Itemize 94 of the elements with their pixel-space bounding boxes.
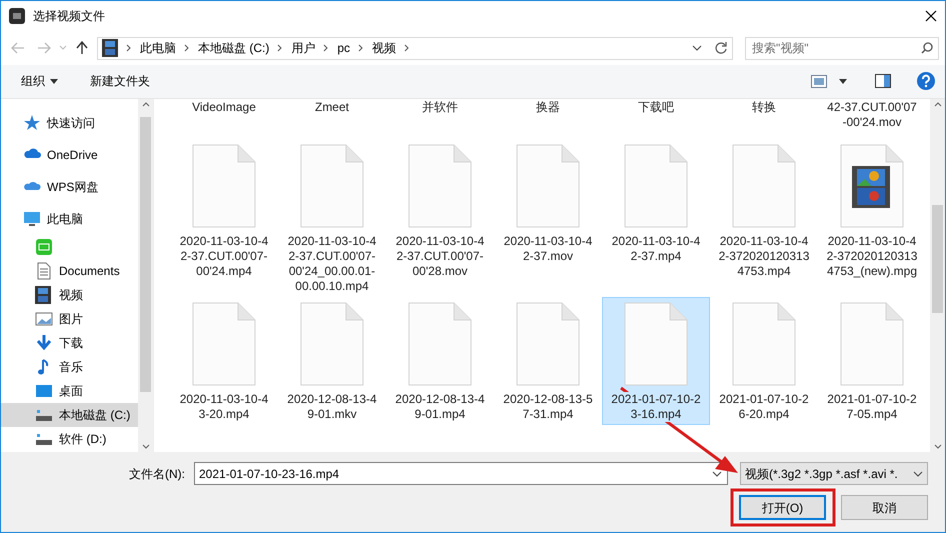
dropdown-icon [913, 470, 923, 477]
video-folder-icon [102, 39, 118, 58]
document-icon [35, 262, 53, 280]
view-icon[interactable] [811, 74, 827, 88]
scroll-up-icon[interactable] [142, 102, 150, 107]
file-icon [192, 144, 256, 228]
scroll-down-icon[interactable] [142, 444, 150, 450]
cancel-button[interactable]: 取消 [841, 495, 928, 520]
file-icon [192, 302, 256, 386]
file-item[interactable]: 2021-01-07-10-23-16.mp4 [602, 296, 710, 425]
film-icon [35, 286, 53, 304]
sidebar-item[interactable]: WPS网盘 [1, 170, 138, 203]
file-icon [732, 302, 796, 386]
down-arrow-icon [35, 334, 53, 352]
picture-icon [35, 310, 53, 328]
app-icon [9, 8, 25, 24]
file-icon [516, 144, 580, 228]
file-item[interactable]: 2020-11-03-10-42-37.mov [494, 138, 602, 297]
new-folder-button[interactable]: 新建文件夹 [88, 70, 152, 92]
close-icon[interactable] [925, 10, 937, 22]
caret-icon[interactable] [839, 78, 847, 84]
dropdown-icon[interactable] [692, 45, 702, 52]
sidebar-item[interactable]: 软件 (D:) [1, 426, 138, 451]
file-item[interactable]: 2020-12-08-13-57-31.mp4 [494, 296, 602, 425]
search-icon [921, 42, 933, 54]
video-file-icon [840, 144, 904, 228]
file-icon [516, 302, 580, 386]
file-item[interactable]: 2021-01-07-10-26-20.mp4 [710, 296, 818, 425]
help-icon[interactable] [917, 72, 935, 90]
search-field[interactable]: 搜索"视频" [745, 36, 939, 60]
breadcrumb-item[interactable]: 此电脑 [140, 39, 176, 58]
chevron-icon [323, 44, 330, 52]
breadcrumb-item[interactable]: 用户 [291, 39, 316, 58]
breadcrumb-item[interactable]: pc [337, 39, 350, 58]
sidebar-item[interactable]: 快速访问 [1, 106, 138, 139]
chevron-icon [404, 44, 410, 52]
sidebar-item[interactable]: 音乐 [1, 354, 138, 379]
file-item[interactable]: 并软件 [386, 98, 494, 139]
chevron-icon [126, 44, 132, 52]
up-arrow-icon[interactable] [76, 41, 88, 56]
file-item[interactable]: 2020-11-03-10-42-37.CUT.00'07-00'28.mov [386, 138, 494, 297]
scrollbar-thumb[interactable] [932, 204, 943, 313]
file-item[interactable]: 2020-11-03-10-42-3720201203134753_(new).mpg [818, 138, 926, 297]
chevron-icon [277, 44, 284, 52]
file-item[interactable]: 换器 [494, 98, 602, 139]
file-icon [732, 144, 796, 228]
sidebar-item[interactable]: 图片 [1, 306, 138, 331]
breadcrumb-item[interactable]: 视频 [372, 39, 396, 58]
star-icon [23, 114, 41, 132]
file-icon [840, 302, 904, 386]
file-item[interactable]: 2020-11-03-10-42-37.CUT.00'07-00'24.mp4 [170, 138, 278, 297]
file-item[interactable]: 2020-11-03-10-42-3720201203134753.mp4 [710, 138, 818, 297]
file-item[interactable]: Zmeet [278, 98, 386, 139]
file-icon [300, 302, 364, 386]
file-item[interactable]: 下载吧 [602, 98, 710, 139]
file-icon [408, 144, 472, 228]
sidebar-item[interactable]: 此电脑 [1, 202, 138, 235]
organize-menu[interactable]: 组织 [19, 70, 60, 92]
file-icon [408, 302, 472, 386]
sidebar-item[interactable]: 本地磁盘 (C:) [1, 402, 138, 427]
file-icon [300, 144, 364, 228]
scroll-down-icon[interactable] [934, 444, 942, 450]
file-item[interactable]: 2021-01-07-10-27-05.mp4 [818, 296, 926, 425]
sidebar-item[interactable]: 桌面 [1, 378, 138, 403]
sidebar-item[interactable]: 视频 [1, 282, 138, 307]
file-icon [624, 144, 688, 228]
file-item[interactable]: 转换 [710, 98, 818, 139]
refresh-icon[interactable] [714, 41, 728, 56]
scrollbar-thumb[interactable] [140, 116, 151, 392]
file-icon [624, 302, 688, 386]
sidebar-item[interactable]: Documents [1, 258, 138, 283]
sidebar-item[interactable]: 下载 [1, 330, 138, 355]
chevron-icon [358, 44, 364, 52]
file-item[interactable]: 2020-11-03-10-43-20.mp4 [170, 296, 278, 425]
chevron-icon [184, 44, 190, 52]
preview-pane-icon[interactable] [875, 74, 891, 88]
file-item[interactable]: 42-37.CUT.00'07-00'24.mov [818, 98, 926, 139]
file-item[interactable]: 2020-11-03-10-42-37.CUT.00'07-00'24_00.00.01-00.00.10.mp4 [278, 138, 386, 297]
scroll-up-icon[interactable] [934, 102, 942, 107]
open-button[interactable]: 打开(O) [739, 495, 826, 520]
breadcrumb-item[interactable]: 本地磁盘 (C:) [198, 39, 270, 58]
app-icon [35, 238, 53, 256]
file-item[interactable]: 2020-12-08-13-49-01.mp4 [386, 296, 494, 425]
computer-icon [23, 210, 41, 228]
file-item[interactable]: VideoImage [170, 98, 278, 139]
file-item[interactable]: 2020-12-08-13-49-01.mkv [278, 296, 386, 425]
sidebar-item[interactable]: OneDrive [1, 138, 138, 171]
window-title: 选择视频文件 [33, 8, 105, 26]
filename-label: 文件名(N): [129, 466, 185, 483]
caret-icon [50, 78, 58, 84]
dropdown-icon [712, 471, 722, 478]
file-item[interactable]: 2020-11-03-10-42-37.mp4 [602, 138, 710, 297]
filename-field[interactable]: 2021-01-07-10-23-16.mp4 [194, 462, 728, 486]
file-type-dropdown[interactable]: 视频(*.3g2 *.3gp *.asf *.avi *. [740, 462, 928, 486]
